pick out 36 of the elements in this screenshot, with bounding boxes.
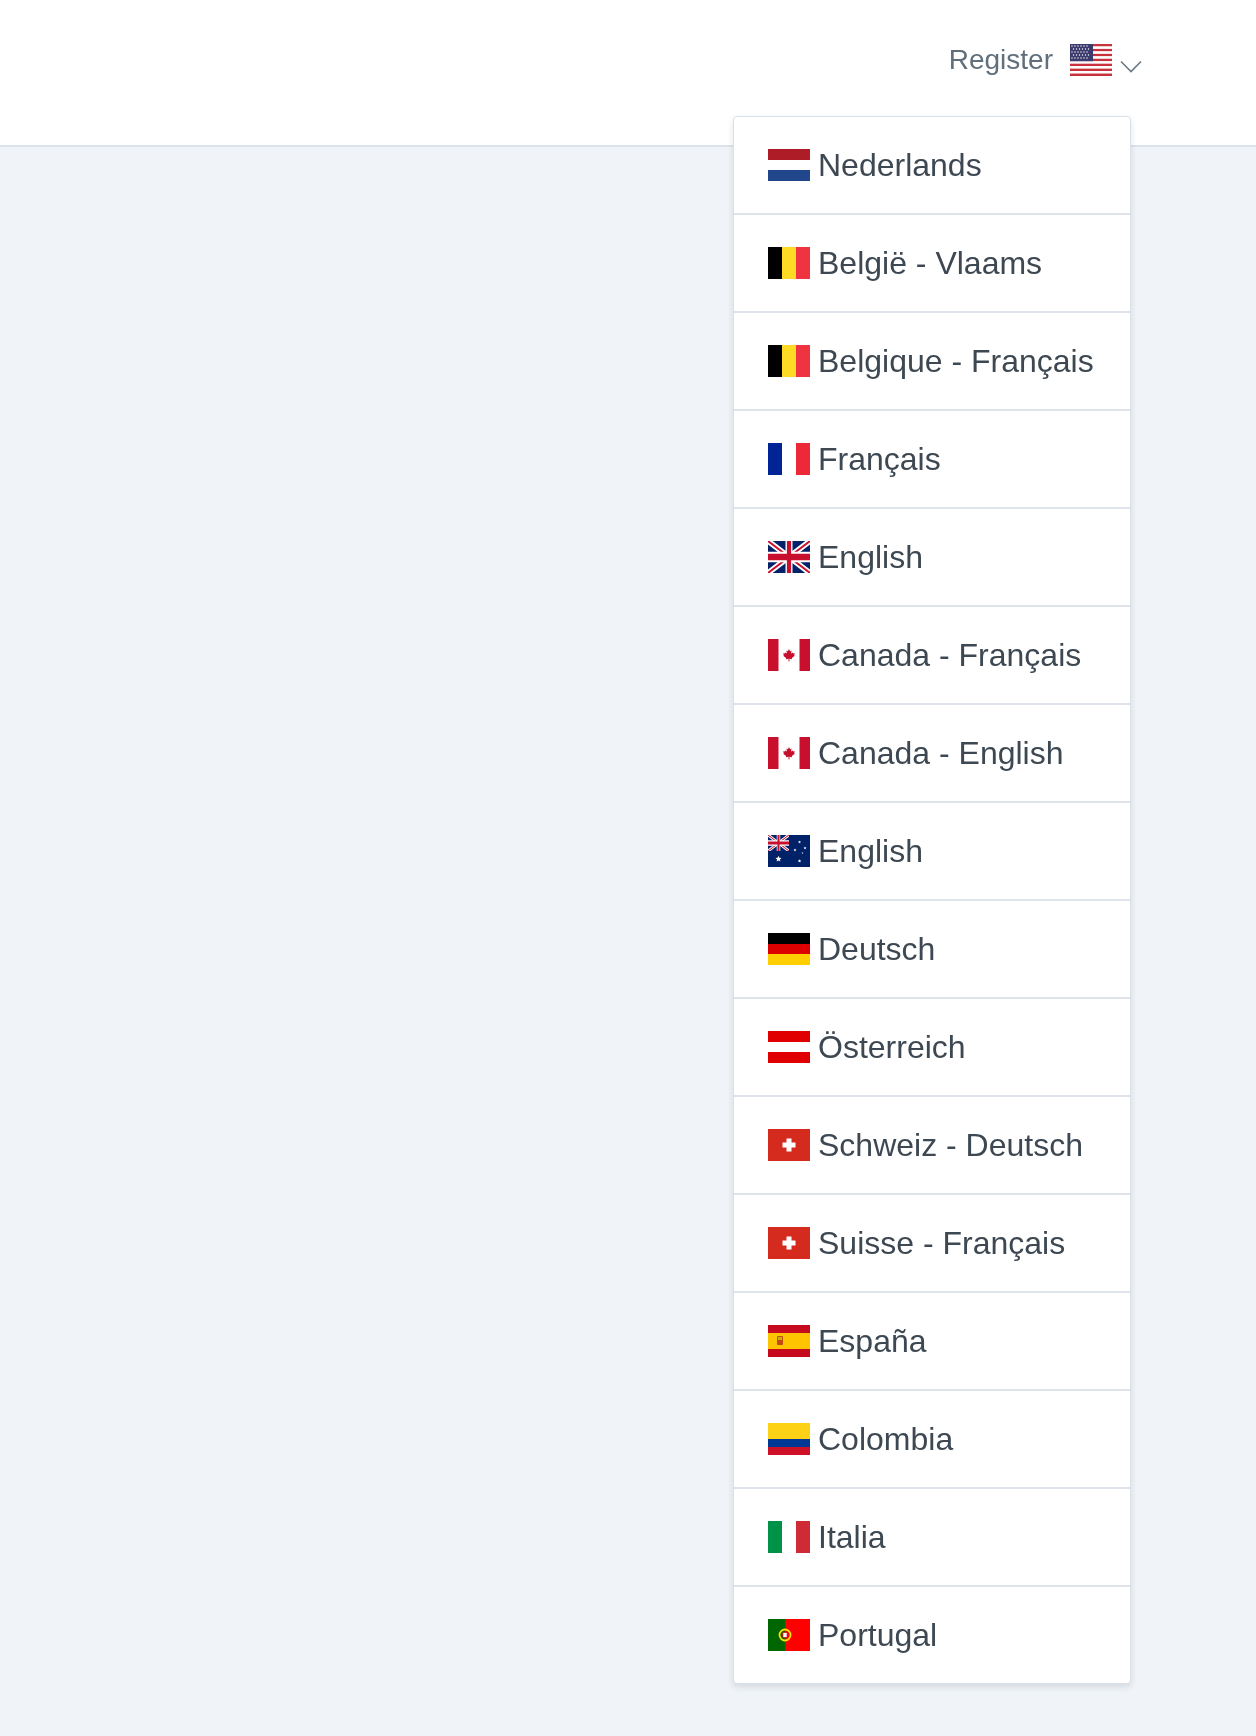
language-menu-item[interactable]: Nederlands [734, 117, 1130, 215]
language-menu-item[interactable]: Schweiz - Deutsch [734, 1097, 1130, 1195]
language-menu-item[interactable]: España [734, 1293, 1130, 1391]
chevron-down-icon [1120, 59, 1142, 73]
italian-flag-icon [768, 1521, 810, 1553]
language-menu-item[interactable]: Portugal [734, 1587, 1130, 1683]
belgian-flag-icon [768, 345, 810, 377]
language-menu-item[interactable]: Colombia [734, 1391, 1130, 1489]
colombian-flag-icon [768, 1423, 810, 1455]
portuguese-flag-icon [768, 1619, 810, 1651]
language-menu-item[interactable]: Österreich [734, 999, 1130, 1097]
language-menu-item[interactable]: Canada - Français [734, 607, 1130, 705]
canadian-flag-icon [768, 639, 810, 671]
language-menu-item[interactable]: Suisse - Français [734, 1195, 1130, 1293]
language-menu-item[interactable]: België - Vlaams [734, 215, 1130, 313]
language-menu-item[interactable]: Français [734, 411, 1130, 509]
dutch-flag-icon [768, 149, 810, 181]
australian-flag-icon [768, 835, 810, 867]
british-flag-icon [768, 541, 810, 573]
register-link[interactable]: Register [948, 44, 1053, 76]
language-toggle-button[interactable] [1070, 44, 1142, 76]
language-menu-item[interactable]: English [734, 803, 1130, 901]
canadian-flag-icon [768, 737, 810, 769]
language-menu-item[interactable]: Italia [734, 1489, 1130, 1587]
language-menu-item[interactable]: Deutsch [734, 901, 1130, 999]
language-menu-item[interactable]: Belgique - Français [734, 313, 1130, 411]
german-flag-icon [768, 933, 810, 965]
french-flag-icon [768, 443, 810, 475]
us-flag-icon [1070, 44, 1112, 76]
language-menu-item[interactable]: Canada - English [734, 705, 1130, 803]
spanish-flag-icon [768, 1325, 810, 1357]
austrian-flag-icon [768, 1031, 810, 1063]
language-menu-item[interactable]: English [734, 509, 1130, 607]
swiss-flag-icon [768, 1227, 810, 1259]
belgian-flag-icon [768, 247, 810, 279]
swiss-flag-icon [768, 1129, 810, 1161]
